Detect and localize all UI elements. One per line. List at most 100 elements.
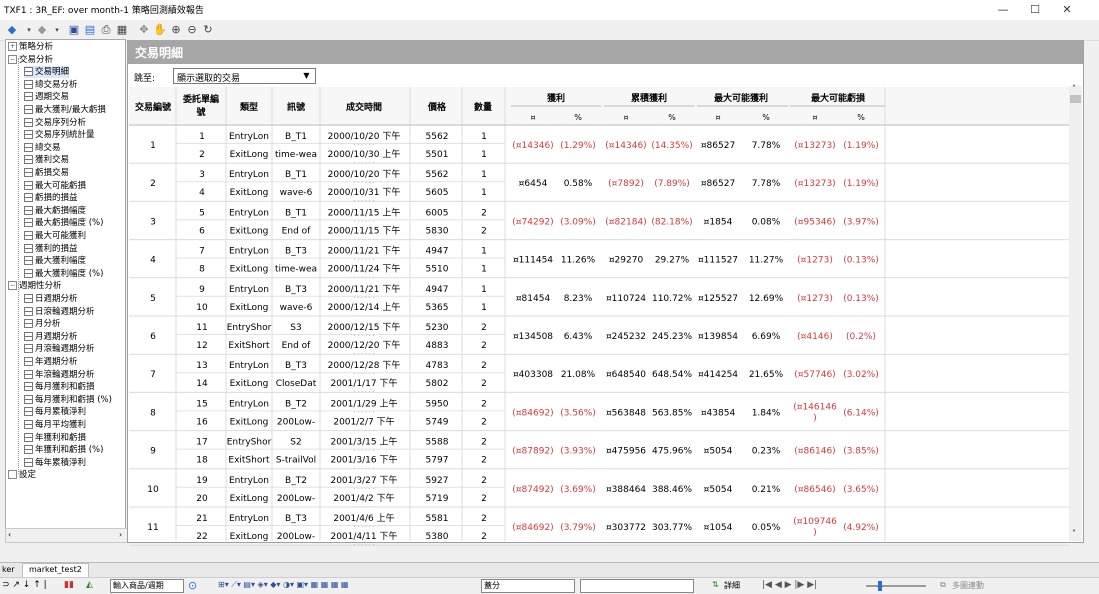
cell-maxp: ¤5054 xyxy=(704,447,733,457)
cell-cum: ¤110724 xyxy=(606,294,646,304)
order-time: 2001/1/29 上午 xyxy=(330,397,397,409)
order-type: EntryLon xyxy=(229,208,269,218)
order-time: 2001/1/17 下午 xyxy=(330,377,397,389)
order-time: 2000/11/15 上午 xyxy=(328,206,401,218)
cell-profit_pct: 6.43% xyxy=(564,332,593,342)
cell-profit_pct: 8.23% xyxy=(564,294,593,304)
detail-icon[interactable]: ⇅ xyxy=(712,580,719,589)
order-number: 8 xyxy=(199,265,205,275)
order-signal: End of xyxy=(282,226,311,236)
cell-maxp_pct: 12.69% xyxy=(749,294,784,304)
order-time: 2001/3/16 下午 xyxy=(330,454,397,466)
cursor-tools-icon[interactable]: ⊃ ↗ ↓ ↑ | xyxy=(2,580,47,590)
drawing-tools-icon[interactable]: ⊞▾ ⟋▾ ▤▾ ◈▾ ◆▾ ◑▾ ▣▾ ▦ ▦ ▦ ▦ xyxy=(218,580,348,590)
order-qty: 1 xyxy=(481,170,487,180)
sheet-tab-bar: ker market_test2 xyxy=(0,562,1099,579)
cell-cum: ¤475956 xyxy=(606,447,646,457)
indicator-icon[interactable]: ◭ xyxy=(86,580,93,590)
order-type: ExitLong xyxy=(230,379,269,389)
cell-cum_pct: 245.23% xyxy=(652,332,692,342)
cell-maxp: ¤43854 xyxy=(701,408,736,418)
playback-controls-icon[interactable]: |◀ ◀ ▶ |▶ ▶| xyxy=(762,580,817,590)
field-select[interactable]: 蓋分 xyxy=(481,579,575,593)
order-time: 2001/4/11 下午 xyxy=(330,530,397,542)
order-signal: wave-6 xyxy=(280,188,313,198)
order-price: 5380 xyxy=(426,532,449,542)
order-price: 6005 xyxy=(426,208,449,218)
field-select-value: 蓋分 xyxy=(484,581,500,590)
order-qty: 2 xyxy=(481,532,487,542)
search-icon[interactable]: ⊙ xyxy=(188,579,197,592)
sync-charts-label[interactable]: 多圖連動 xyxy=(952,580,984,591)
header-currency: ¤ xyxy=(623,113,628,122)
date-input[interactable] xyxy=(580,579,694,593)
vertical-scroll-thumb[interactable] xyxy=(1070,95,1081,103)
order-number: 7 xyxy=(199,247,205,257)
cell-maxp: ¤1054 xyxy=(704,523,733,533)
cell-maxl: (¤57746) xyxy=(794,370,835,380)
header-order-no: 委託單編 xyxy=(182,93,219,105)
order-time: 2000/11/21 下午 xyxy=(328,283,401,295)
trade-number: 3 xyxy=(150,217,156,227)
vertical-scrollbar[interactable]: ˄ ˅ xyxy=(1069,84,1082,541)
order-number: 10 xyxy=(196,303,208,313)
order-signal: B_T1 xyxy=(285,170,307,180)
order-signal: End of xyxy=(282,341,311,351)
cell-maxl_pct: (0.13%) xyxy=(843,294,879,304)
order-signal: time-wea xyxy=(275,150,317,160)
cell-maxp: ¤5054 xyxy=(704,485,733,495)
cell-profit_pct: (3.56%) xyxy=(560,408,596,418)
order-type: EntryLon xyxy=(229,132,269,142)
cell-maxp: ¤86527 xyxy=(701,179,735,189)
cell-maxl-cont: ) xyxy=(813,413,817,423)
cell-profit: ¤403308 xyxy=(513,370,553,380)
header-signal: 訊號 xyxy=(287,101,305,113)
order-price: 4783 xyxy=(426,361,449,371)
tab-ker[interactable]: ker xyxy=(2,565,15,574)
trade-number: 7 xyxy=(150,370,156,380)
trade-number: 5 xyxy=(150,294,156,304)
speed-slider[interactable] xyxy=(866,585,926,587)
order-qty: 2 xyxy=(481,208,487,218)
order-qty: 1 xyxy=(481,188,487,198)
cell-cum: ¤29270 xyxy=(609,256,644,266)
cell-maxl_pct: (3.97%) xyxy=(843,217,879,227)
cell-maxl: (¤109746 xyxy=(793,517,837,527)
cell-cum: ¤648540 xyxy=(606,370,646,380)
detail-button[interactable]: 詳細 xyxy=(724,580,740,591)
scroll-down-icon[interactable]: ˅ xyxy=(1072,529,1076,538)
scroll-up-icon[interactable]: ˄ xyxy=(1072,84,1076,93)
cell-profit: (¤84692) xyxy=(512,408,553,418)
cell-maxp_pct: 7.78% xyxy=(752,179,781,189)
chart-type-icon[interactable]: ▮▮ xyxy=(64,580,74,590)
order-time: 2000/11/21 下午 xyxy=(328,245,401,257)
order-qty: 1 xyxy=(481,265,487,275)
order-time: 2000/10/20 下午 xyxy=(328,130,401,142)
cell-profit: ¤134508 xyxy=(513,332,553,342)
order-type: ExitLong xyxy=(230,265,269,275)
trade-number: 10 xyxy=(147,485,159,495)
header-trade-no: 交易編號 xyxy=(135,101,171,113)
order-qty: 2 xyxy=(481,438,487,448)
header-type: 類型 xyxy=(239,101,258,113)
order-qty: 2 xyxy=(481,417,487,427)
cell-profit: ¤111454 xyxy=(513,256,553,266)
header-currency: ¤ xyxy=(812,113,817,122)
order-signal: time-wea xyxy=(275,265,317,275)
speed-slider-thumb[interactable] xyxy=(878,581,882,591)
order-signal: wave-6 xyxy=(280,303,313,313)
product-input[interactable]: 輸入商品/週期 xyxy=(110,579,184,593)
cell-maxp_pct: 0.21% xyxy=(752,485,781,495)
cell-cum_pct: 303.77% xyxy=(652,523,692,533)
order-price: 5830 xyxy=(426,226,449,236)
order-time: 2000/12/14 上午 xyxy=(328,301,401,313)
cell-profit: (¤14346) xyxy=(512,141,553,151)
order-number: 11 xyxy=(196,323,207,333)
order-number: 17 xyxy=(196,438,207,448)
cell-maxp: ¤414254 xyxy=(698,370,738,380)
sync-icon[interactable]: ⧉ xyxy=(940,580,946,590)
order-signal: S-trailVol xyxy=(276,456,316,466)
order-signal: B_T3 xyxy=(285,361,307,371)
cell-maxl_pct: (6.14%) xyxy=(843,408,879,418)
order-time: 2000/11/15 下午 xyxy=(328,224,401,236)
